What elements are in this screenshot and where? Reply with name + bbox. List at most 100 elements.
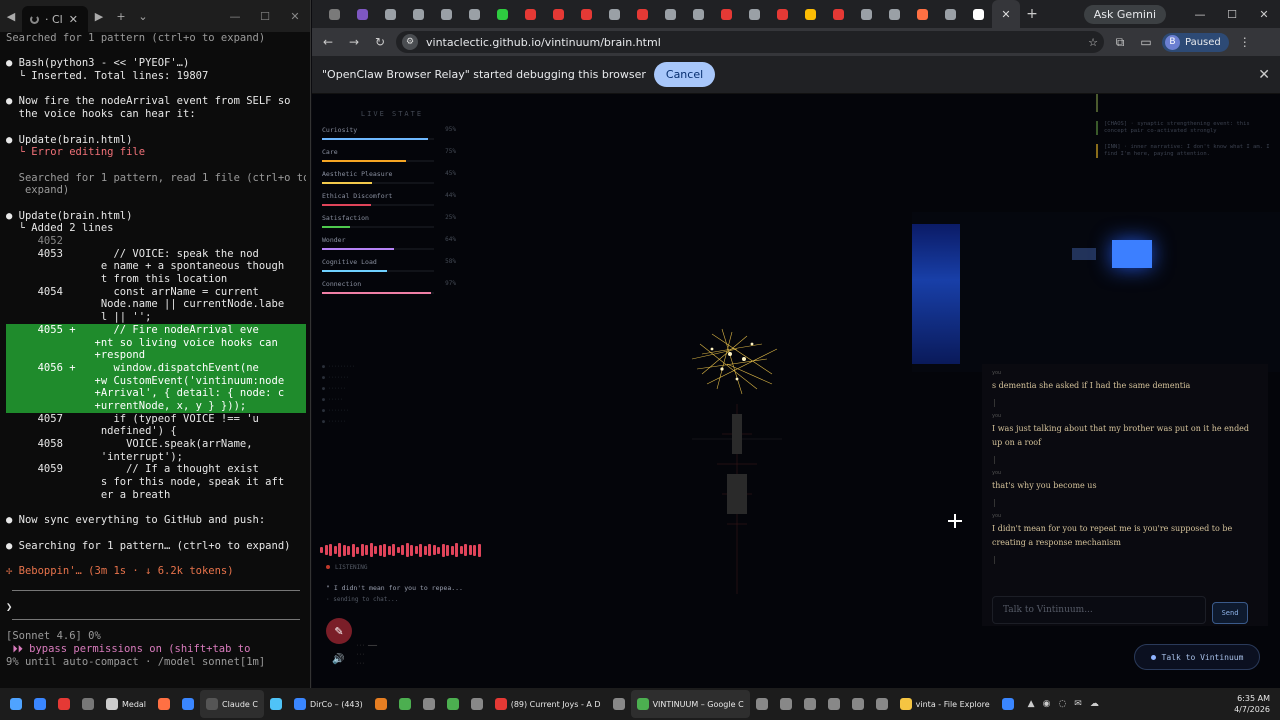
voice-settings[interactable]: ··· ━━━ ··· ··· bbox=[356, 642, 377, 669]
browser-tab[interactable] bbox=[488, 0, 516, 28]
taskbar-app[interactable] bbox=[774, 690, 798, 718]
browser-tab[interactable] bbox=[628, 0, 656, 28]
brain-figure[interactable] bbox=[672, 324, 802, 604]
browser-tab[interactable] bbox=[824, 0, 852, 28]
taskbar-app[interactable] bbox=[798, 690, 822, 718]
clock[interactable]: 6:35 AM 4/7/2026 bbox=[1234, 693, 1280, 715]
taskbar-app[interactable]: VINTINUUM – Google C bbox=[630, 690, 750, 718]
maximize-icon[interactable]: ☐ bbox=[250, 10, 280, 23]
browser-tab[interactable] bbox=[544, 0, 572, 28]
tab-search-icon[interactable]: ▭ bbox=[1136, 35, 1156, 49]
taskbar-app[interactable] bbox=[264, 690, 288, 718]
taskbar-app[interactable] bbox=[846, 690, 870, 718]
taskbar-app[interactable] bbox=[52, 690, 76, 718]
taskbar-app[interactable] bbox=[996, 690, 1020, 718]
monitor-glow bbox=[912, 224, 960, 364]
taskbar-app[interactable]: DirCo – (443) bbox=[288, 690, 369, 718]
browser-tab[interactable] bbox=[516, 0, 544, 28]
taskbar-app[interactable] bbox=[152, 690, 176, 718]
back-icon[interactable]: ← bbox=[318, 35, 338, 49]
address-bar[interactable]: ⚙ vintaclectic.github.io/vintinuum/brain… bbox=[396, 31, 1104, 53]
terminal-output[interactable]: Searched for 1 pattern (ctrl+o to expand… bbox=[0, 32, 310, 668]
browser-tab[interactable] bbox=[964, 0, 992, 28]
terminal-tab-forward-icon[interactable]: ▶ bbox=[88, 10, 110, 23]
minimize-icon[interactable]: — bbox=[1184, 8, 1216, 21]
browser-tab[interactable] bbox=[712, 0, 740, 28]
close-infobar-icon[interactable]: ✕ bbox=[1258, 67, 1270, 83]
tab-dropdown-icon[interactable]: ⌄ bbox=[132, 10, 154, 23]
tray-icon[interactable]: ◌ bbox=[1058, 699, 1066, 709]
profile-button[interactable]: B Paused bbox=[1162, 32, 1229, 52]
taskbar-app[interactable] bbox=[607, 690, 631, 718]
bookmark-star-icon[interactable]: ☆ bbox=[1088, 36, 1098, 49]
chat-panel[interactable]: you s dementia she asked if I had the sam… bbox=[982, 364, 1268, 626]
browser-tab[interactable] bbox=[796, 0, 824, 28]
taskbar-app[interactable] bbox=[750, 690, 774, 718]
browser-tab[interactable] bbox=[740, 0, 768, 28]
taskbar-app[interactable] bbox=[870, 690, 894, 718]
extensions-icon[interactable]: ⧉ bbox=[1110, 35, 1130, 50]
taskbar-app[interactable] bbox=[822, 690, 846, 718]
taskbar-app[interactable] bbox=[176, 690, 200, 718]
tray-icon[interactable]: ◉ bbox=[1043, 699, 1051, 709]
browser-tab[interactable] bbox=[348, 0, 376, 28]
browser-tab[interactable] bbox=[432, 0, 460, 28]
browser-tab[interactable] bbox=[684, 0, 712, 28]
chat-input[interactable]: Talk to Vintinuum... bbox=[992, 596, 1206, 624]
tray-icon[interactable]: ✉ bbox=[1074, 699, 1082, 709]
reload-icon[interactable]: ↻ bbox=[370, 35, 390, 49]
send-button[interactable]: Send bbox=[1212, 602, 1248, 624]
prompt-input[interactable]: ❯ bbox=[6, 601, 306, 614]
mic-button[interactable]: ✎ bbox=[326, 618, 352, 644]
site-info-icon[interactable]: ⚙ bbox=[402, 34, 418, 50]
new-tab-icon[interactable]: + bbox=[1020, 6, 1044, 22]
browser-tab[interactable] bbox=[376, 0, 404, 28]
close-tab-icon[interactable]: ✕ bbox=[1001, 8, 1010, 21]
browser-tab[interactable] bbox=[908, 0, 936, 28]
browser-tab[interactable] bbox=[320, 0, 348, 28]
browser-tab[interactable] bbox=[852, 0, 880, 28]
browser-tab[interactable] bbox=[572, 0, 600, 28]
browser-tab[interactable] bbox=[600, 0, 628, 28]
system-tray[interactable]: ▲ ◉ ◌ ✉ ☁ bbox=[1028, 699, 1099, 709]
browser-tab[interactable] bbox=[880, 0, 908, 28]
browser-tab[interactable] bbox=[460, 0, 488, 28]
active-tab[interactable]: ✕ bbox=[992, 0, 1020, 28]
metric-bar-fill bbox=[322, 138, 429, 140]
cancel-button[interactable]: Cancel bbox=[653, 62, 716, 87]
minimize-icon[interactable]: — bbox=[220, 10, 250, 23]
taskbar-app[interactable]: Medal bbox=[100, 690, 152, 718]
taskbar-app[interactable] bbox=[393, 690, 417, 718]
tray-icon[interactable]: ☁ bbox=[1090, 699, 1099, 709]
taskbar-app[interactable] bbox=[417, 690, 441, 718]
taskbar-app[interactable] bbox=[369, 690, 393, 718]
start-button[interactable] bbox=[4, 690, 28, 718]
menu-icon[interactable]: ⋮ bbox=[1235, 35, 1255, 49]
taskbar-app[interactable]: (89) Current Joys - A D bbox=[489, 690, 607, 718]
taskbar-app-icon bbox=[34, 698, 46, 710]
tray-icon[interactable]: ▲ bbox=[1028, 699, 1035, 709]
browser-tab[interactable] bbox=[404, 0, 432, 28]
maximize-icon[interactable]: ☐ bbox=[1216, 8, 1248, 21]
ask-gemini-button[interactable]: Ask Gemini bbox=[1083, 4, 1166, 24]
taskbar-app[interactable]: Claude C bbox=[200, 690, 264, 718]
browser-tab[interactable] bbox=[936, 0, 964, 28]
browser-tab[interactable] bbox=[656, 0, 684, 28]
talk-button[interactable]: Talk to Vintinuum bbox=[1134, 644, 1260, 670]
taskbar-app[interactable] bbox=[465, 690, 489, 718]
close-tab-icon[interactable]: ✕ bbox=[69, 13, 78, 26]
browser-tab[interactable] bbox=[768, 0, 796, 28]
close-window-icon[interactable]: ✕ bbox=[1248, 8, 1280, 21]
taskbar-app[interactable] bbox=[76, 690, 100, 718]
close-window-icon[interactable]: ✕ bbox=[280, 10, 310, 23]
taskbar-app[interactable]: vinta - File Explore bbox=[894, 690, 996, 718]
terminal-tab-back-icon[interactable]: ◀ bbox=[0, 10, 22, 23]
chat-reply-placeholder bbox=[994, 499, 1006, 507]
metric-row: Aesthetic Pleasure 45% bbox=[322, 170, 462, 192]
terminal-tab[interactable]: · Cl ✕ bbox=[22, 6, 88, 32]
forward-icon[interactable]: → bbox=[344, 35, 364, 49]
speaker-icon[interactable]: 🔊 bbox=[332, 654, 344, 665]
taskbar-app[interactable] bbox=[28, 690, 52, 718]
taskbar-app[interactable] bbox=[441, 690, 465, 718]
new-tab-icon[interactable]: + bbox=[110, 10, 132, 23]
